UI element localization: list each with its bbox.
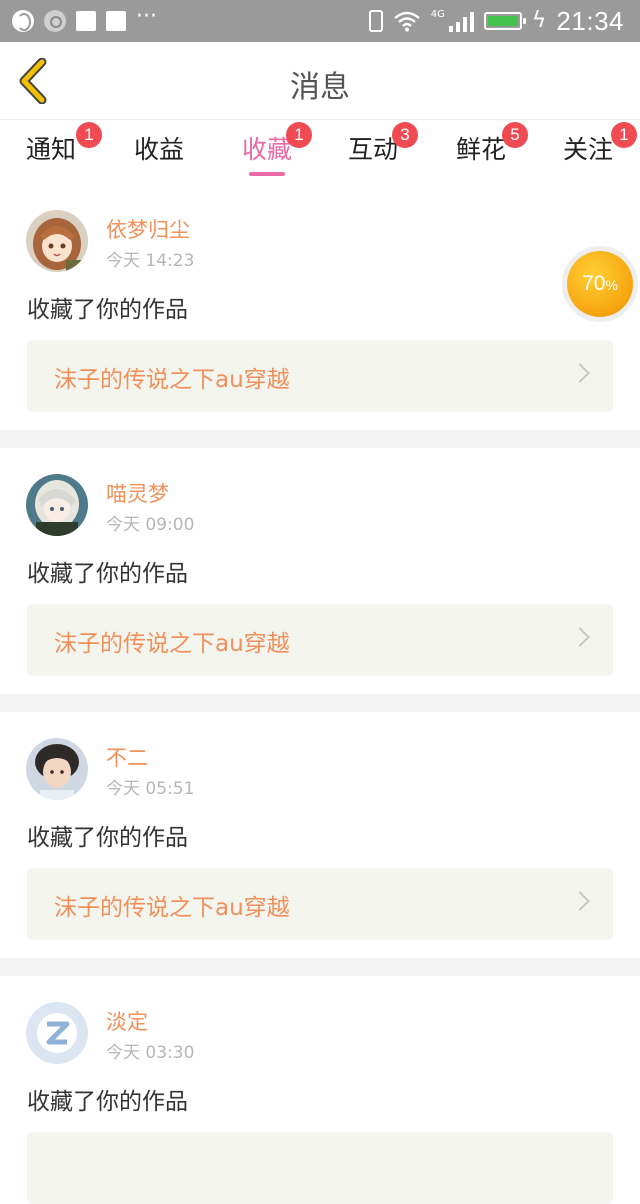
message-action-text: 收藏了你的作品 <box>27 825 188 851</box>
chevron-right-icon <box>570 891 590 911</box>
app-header: 消息 <box>0 42 640 120</box>
divider <box>0 958 640 976</box>
tab-notifications[interactable]: 通知 1 <box>26 122 102 166</box>
message-time: 今天 09:00 <box>106 515 195 535</box>
status-left-icons: ··· <box>12 4 157 34</box>
battery-icon <box>483 12 526 30</box>
progress-number: 70 <box>582 272 606 295</box>
active-tab-indicator <box>249 172 285 176</box>
chevron-right-icon <box>570 363 590 383</box>
work-title: 沫子的传说之下au穿越 <box>54 895 290 921</box>
message-action-text: 收藏了你的作品 <box>27 1089 188 1115</box>
status-time: 21:34 <box>556 5 624 36</box>
username[interactable]: 喵灵梦 <box>106 478 169 508</box>
username[interactable]: 淡定 <box>106 1006 148 1036</box>
list-item: 喵灵梦 今天 09:00 收藏了你的作品 沫子的传说之下au穿越 <box>0 448 640 694</box>
work-link[interactable]: 沫子的传说之下au穿越 <box>27 868 613 940</box>
vibrate-icon <box>368 10 383 32</box>
tab-label: 互动 <box>348 135 399 164</box>
tab-earnings[interactable]: 收益 <box>134 130 184 166</box>
tab-badge: 1 <box>76 122 102 148</box>
signal-icon <box>448 10 474 32</box>
message-time: 今天 05:51 <box>106 779 195 799</box>
avatar[interactable] <box>26 474 88 536</box>
message-tabs: 通知 1 收益 收藏 1 互动 3 鲜花 5 关注 1 <box>0 120 640 178</box>
tab-interactions[interactable]: 互动 3 <box>348 122 418 166</box>
progress-unit: % <box>605 277 618 293</box>
status-right-icons: 4G ϟ 21:34 <box>368 5 624 36</box>
message-time: 今天 03:30 <box>106 1043 195 1063</box>
list-item: 不二 今天 05:51 收藏了你的作品 沫子的传说之下au穿越 <box>0 712 640 958</box>
globe-icon <box>12 10 34 32</box>
tab-flowers[interactable]: 鲜花 5 <box>456 122 528 166</box>
tab-favorites[interactable]: 收藏 1 <box>242 122 312 166</box>
tab-label: 收藏 <box>242 135 293 164</box>
work-link[interactable]: 沫子的传说之下au穿越 <box>27 604 613 676</box>
message-time: 今天 14:23 <box>106 251 195 271</box>
network-type-label: 4G <box>430 9 445 20</box>
chevron-right-icon <box>570 627 590 647</box>
work-title: 沫子的传说之下au穿越 <box>54 367 290 393</box>
username[interactable]: 不二 <box>106 742 148 772</box>
photo-avatar-icon <box>26 738 88 800</box>
divider <box>0 694 640 712</box>
anime-girl-avatar-icon <box>26 210 88 272</box>
tab-badge: 3 <box>392 122 418 148</box>
status-bar: ··· 4G ϟ 21:34 <box>0 0 640 42</box>
charging-icon: ϟ <box>531 8 547 33</box>
message-action-text: 收藏了你的作品 <box>27 561 188 587</box>
tab-label: 收益 <box>134 135 185 164</box>
avatar[interactable] <box>26 1002 88 1064</box>
default-avatar-icon <box>26 1002 88 1064</box>
notification-square-icon <box>76 11 96 31</box>
floating-progress-ball[interactable]: 70% <box>562 246 638 322</box>
tab-badge: 5 <box>502 122 528 148</box>
notification-square-icon-2 <box>106 11 126 31</box>
work-title: 沫子的传说之下au穿越 <box>54 631 290 657</box>
list-item: 淡定 今天 03:30 收藏了你的作品 <box>0 976 640 1204</box>
tab-label: 通知 <box>26 135 77 164</box>
more-notifications-icon: ··· <box>136 4 157 29</box>
tab-following[interactable]: 关注 1 <box>563 122 637 166</box>
list-item: 依梦归尘 今天 14:23 收藏了你的作品 沫子的传说之下au穿越 <box>0 178 640 430</box>
anime-boy-avatar-icon <box>26 474 88 536</box>
tab-label: 鲜花 <box>456 135 507 164</box>
divider <box>0 430 640 448</box>
username[interactable]: 依梦归尘 <box>106 214 190 244</box>
search-notification-icon <box>44 10 66 32</box>
message-action-text: 收藏了你的作品 <box>27 297 188 323</box>
wifi-icon <box>394 11 420 32</box>
work-link[interactable]: 沫子的传说之下au穿越 <box>27 340 613 412</box>
tab-badge: 1 <box>286 122 312 148</box>
tab-label: 关注 <box>563 135 614 164</box>
avatar[interactable] <box>26 738 88 800</box>
work-link[interactable] <box>27 1132 613 1204</box>
progress-value: 70% <box>567 251 633 317</box>
page-title: 消息 <box>290 70 350 105</box>
avatar[interactable] <box>26 210 88 272</box>
tab-badge: 1 <box>611 122 637 148</box>
